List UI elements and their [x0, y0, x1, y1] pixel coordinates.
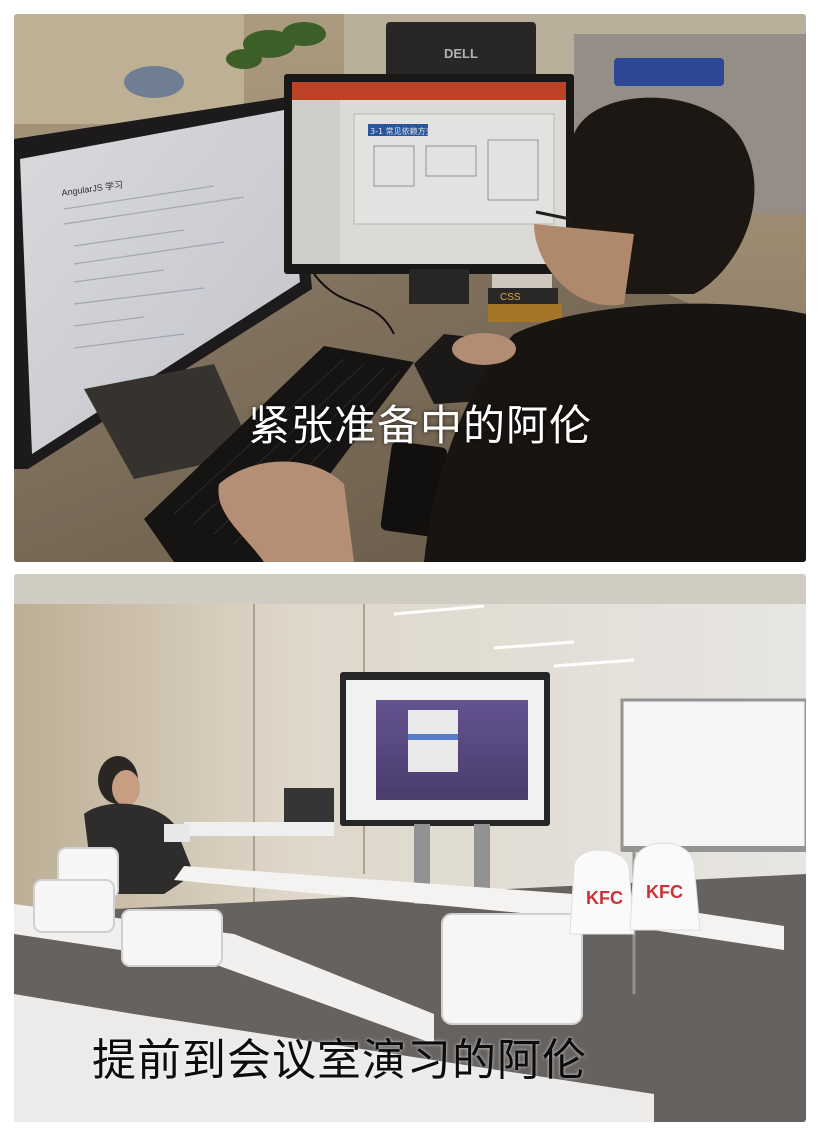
caption-preparing: 紧张准备中的阿伦 [248, 401, 593, 450]
photo-tint [14, 14, 806, 562]
caption-rehearsing: 提前到会议室演习的阿伦 [92, 1035, 587, 1086]
scene-desk-illustration: DELL AngularJS 学习 3-1 常见依赖方式 [14, 14, 806, 562]
photo-preparing: DELL AngularJS 学习 3-1 常见依赖方式 [14, 14, 806, 562]
